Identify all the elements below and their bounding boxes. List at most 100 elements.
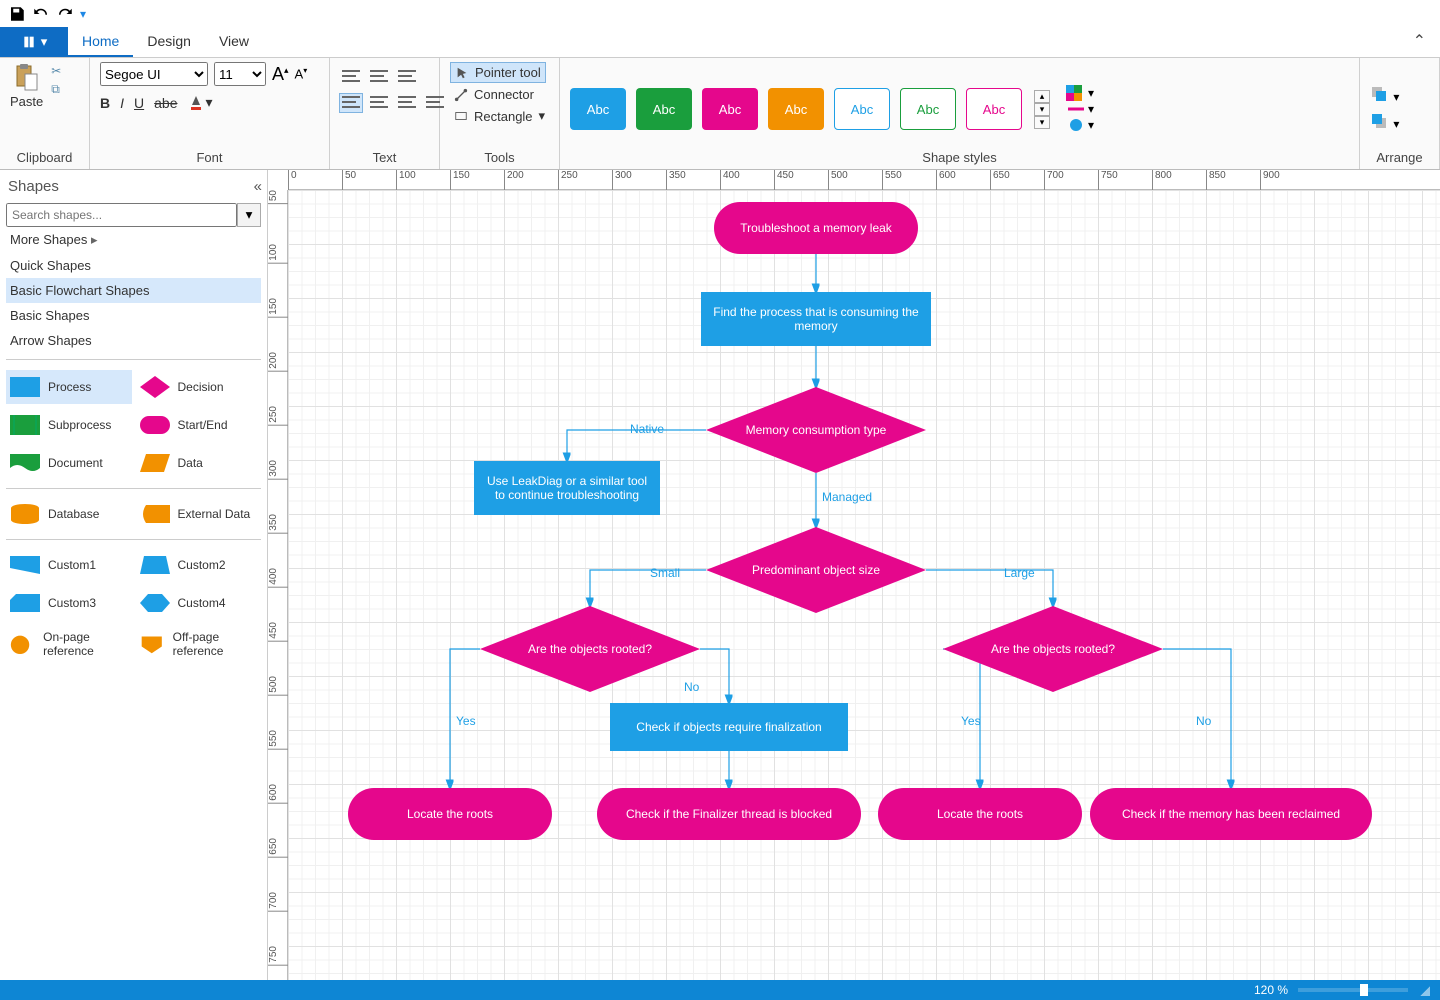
align-top-left[interactable] [340, 68, 362, 86]
search-dropdown-icon[interactable]: ▾ [237, 203, 261, 227]
flow-node-terminator[interactable]: Troubleshoot a memory leak [714, 202, 918, 254]
flow-node-diamond[interactable]: Memory consumption type [706, 387, 926, 473]
align-mid-center[interactable] [368, 94, 390, 112]
underline-button[interactable]: U [134, 95, 144, 111]
tab-view[interactable]: View [205, 27, 263, 57]
shape-icon [140, 452, 170, 474]
palette-shape[interactable]: Custom2 [136, 548, 262, 582]
palette-shape[interactable]: External Data [136, 497, 262, 531]
edge-label: Yes [456, 714, 476, 728]
copy-icon[interactable]: ⧉ [51, 82, 61, 97]
align-top-center[interactable] [368, 68, 390, 86]
group-font: Segoe UI 11 A▴ A▾ B I U abe ▾ [90, 58, 330, 169]
shrink-font-icon[interactable]: A▾ [295, 66, 308, 81]
palette-shape[interactable]: Process [6, 370, 132, 404]
flow-node-diamond[interactable]: Predominant object size [706, 527, 926, 613]
tab-design[interactable]: Design [133, 27, 205, 57]
canvas[interactable]: 0501001502002503003504004505005506006507… [268, 170, 1440, 980]
effects-dropdown[interactable]: ▾ [1066, 117, 1094, 133]
send-back-button[interactable]: ▾ [1370, 112, 1399, 131]
shape-category[interactable]: Basic Flowchart Shapes [6, 278, 261, 303]
rectangle-tool-button[interactable]: Rectangle ▾ [450, 106, 549, 126]
flow-node-process[interactable]: Find the process that is consuming the m… [701, 292, 931, 346]
more-shapes-cat[interactable]: More Shapes [6, 227, 261, 253]
shape-category[interactable]: Basic Shapes [6, 303, 261, 328]
rectangle-icon [454, 109, 468, 123]
shape-category[interactable]: Arrow Shapes [6, 328, 261, 353]
pointer-tool-button[interactable]: Pointer tool [450, 62, 546, 83]
ruler-vertical: 5010015020025030035040045050055060065070… [268, 190, 288, 980]
style-swatch-5[interactable]: Abc [900, 88, 956, 130]
flow-node-diamond[interactable]: Are the objects rooted? [943, 606, 1163, 692]
style-swatch-6[interactable]: Abc [966, 88, 1022, 130]
palette-shape[interactable]: Custom4 [136, 586, 262, 620]
flow-node-process[interactable]: Use LeakDiag or a similar tool to contin… [474, 461, 660, 515]
font-name-select[interactable]: Segoe UI [100, 62, 208, 86]
flowchart: Troubleshoot a memory leak Find the proce… [288, 190, 1440, 980]
flow-node-process[interactable]: Check if objects require finalization [610, 703, 848, 751]
shape-category[interactable]: Quick Shapes [6, 253, 261, 278]
zoom-slider[interactable] [1298, 988, 1408, 992]
shape-label: External Data [178, 507, 251, 521]
font-size-select[interactable]: 11 [214, 62, 266, 86]
palette-shape[interactable]: Data [136, 446, 262, 480]
collapse-ribbon-icon[interactable]: ⌃ [1399, 25, 1440, 57]
palette-shape[interactable]: On-page reference [6, 624, 132, 664]
style-swatch-0[interactable]: Abc [570, 88, 626, 130]
align-top-right[interactable] [396, 68, 418, 86]
resize-grip-icon[interactable] [1418, 984, 1430, 996]
style-swatch-3[interactable]: Abc [768, 88, 824, 130]
line-dropdown[interactable]: ▾ [1066, 101, 1094, 117]
italic-button[interactable]: I [120, 95, 124, 111]
group-label-font: Font [100, 148, 319, 167]
style-swatch-4[interactable]: Abc [834, 88, 890, 130]
edge-label: Managed [822, 490, 872, 504]
group-label-tools: Tools [450, 148, 549, 167]
flow-node-diamond[interactable]: Are the objects rooted? [480, 606, 700, 692]
bring-front-button[interactable]: ▾ [1370, 85, 1399, 104]
palette-shape[interactable]: Off-page reference [136, 624, 262, 664]
shape-label: Start/End [178, 418, 228, 432]
save-icon[interactable] [8, 5, 26, 23]
tab-home[interactable]: Home [68, 27, 133, 57]
edge-label: Yes [961, 714, 981, 728]
flow-node-terminator[interactable]: Locate the roots [348, 788, 552, 840]
group-shape-styles: AbcAbcAbcAbcAbcAbcAbc ▴▾▾ ▾ ▾ ▾ Shape st… [560, 58, 1360, 169]
style-swatch-2[interactable]: Abc [702, 88, 758, 130]
bold-button[interactable]: B [100, 95, 110, 111]
shape-icon [10, 633, 35, 655]
palette-shape[interactable]: Decision [136, 370, 262, 404]
paste-button[interactable]: Paste [10, 62, 43, 109]
align-mid-left[interactable] [340, 94, 362, 112]
file-tab[interactable]: ▾ [0, 27, 68, 57]
palette-shape[interactable]: Custom1 [6, 548, 132, 582]
align-mid-right[interactable] [396, 94, 418, 112]
redo-icon[interactable] [56, 5, 74, 23]
palette-shape[interactable]: Start/End [136, 408, 262, 442]
shape-icon [140, 592, 170, 614]
qat-dropdown-icon[interactable]: ▾ [80, 7, 86, 21]
edge-label: Large [1004, 566, 1035, 580]
palette-shape[interactable]: Document [6, 446, 132, 480]
flow-node-terminator[interactable]: Check if the Finalizer thread is blocked [597, 788, 861, 840]
font-color-button[interactable]: ▾ [188, 94, 213, 111]
style-swatch-1[interactable]: Abc [636, 88, 692, 130]
zoom-label: 120 % [1254, 983, 1288, 997]
strike-button[interactable]: abe [154, 95, 177, 111]
cut-icon[interactable]: ✂ [51, 64, 61, 78]
flow-node-terminator[interactable]: Check if the memory has been reclaimed [1090, 788, 1372, 840]
undo-icon[interactable] [32, 5, 50, 23]
send-back-icon [1370, 112, 1390, 128]
connector-tool-button[interactable]: Connector [450, 85, 538, 104]
grow-font-icon[interactable]: A▴ [272, 64, 289, 85]
palette-shape[interactable]: Database [6, 497, 132, 531]
search-shapes-input[interactable] [6, 203, 237, 227]
shape-icon [10, 503, 40, 525]
palette-shape[interactable]: Subprocess [6, 408, 132, 442]
style-gallery-spin[interactable]: ▴▾▾ [1034, 90, 1050, 129]
palette-shape[interactable]: Custom3 [6, 586, 132, 620]
edge-label: Native [630, 422, 664, 436]
flow-node-terminator[interactable]: Locate the roots [878, 788, 1082, 840]
fill-dropdown[interactable]: ▾ [1066, 85, 1094, 101]
panel-collapse-icon[interactable]: « [254, 178, 259, 195]
